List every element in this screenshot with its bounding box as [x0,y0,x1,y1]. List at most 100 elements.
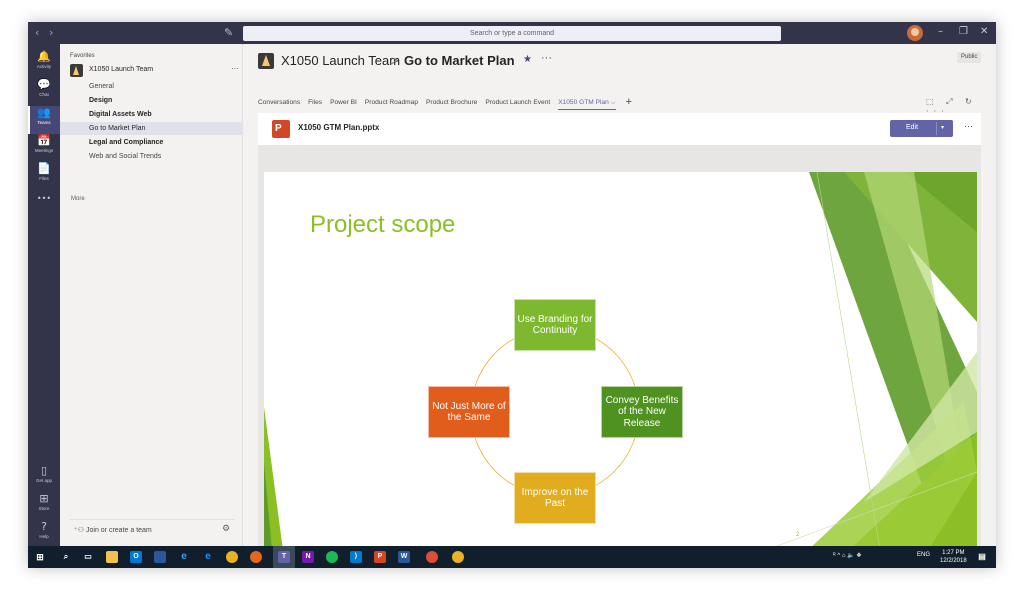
team-name: X1050 Launch Team [89,66,154,73]
breadcrumb-team[interactable]: X1050 Launch Team [281,53,400,68]
file-name: X1050 GTM Plan.pptx [298,123,380,132]
bell-icon: 🔔 [37,50,51,63]
rail-label: Files [39,176,49,181]
channel-general[interactable]: General [60,80,243,93]
rail-label: Help [39,534,49,539]
more-icon: ••• [36,194,52,203]
public-badge: Public [957,52,982,63]
tab-product-brochure[interactable]: Product Brochure [426,97,477,109]
edge-icon[interactable]: e [178,551,190,563]
rail-more[interactable]: ••• [28,192,60,220]
rail-label: Store [38,506,50,511]
edit-button[interactable]: Edit ▾ [890,120,953,137]
add-team-icon: ⁺⚇ [74,527,84,534]
chrome-icon-2[interactable] [426,551,438,563]
close-icon[interactable]: ✕ [980,26,988,37]
add-tab-icon[interactable]: + [626,97,632,108]
tab-files[interactable]: Files [308,97,322,109]
language-indicator[interactable]: ENG [917,552,930,558]
compose-icon[interactable]: ✎ [224,26,233,39]
phone-icon: ▯ [40,464,48,477]
maximize-icon[interactable]: ❐ [959,26,968,37]
chrome-icon[interactable] [226,551,238,563]
file-explorer-icon[interactable] [106,551,118,563]
minimize-icon[interactable]: – [938,26,943,37]
team-more-icon[interactable]: ··· [231,64,239,73]
channel-more-icon[interactable]: ··· [541,52,552,64]
slide: Project scope Use Branding for Continuit… [264,172,977,568]
rail-teams[interactable]: 👥 Teams [28,106,60,134]
help-icon: ? [41,520,47,533]
main-panel: X1050 Launch Team > Go to Market Plan ★ … [243,44,996,568]
chat-icon: 💬 [37,78,51,91]
task-view-icon[interactable]: ▭ [82,551,94,563]
chrome-icon-3[interactable] [452,551,464,563]
file-header: P X1050 GTM Plan.pptx Edit ▾ ··· [258,113,981,145]
tab-bar: Conversations Files Power BI Product Roadma… [258,97,938,111]
channel-list: Favorites X1050 Launch Team ··· General … [60,44,243,546]
divider [936,122,937,135]
avatar[interactable] [907,25,923,41]
channel-web-and-social-trends[interactable]: Web and Social Trends [60,150,243,163]
channel-go-to-market-plan[interactable]: Go to Market Plan [60,122,243,135]
join-team-label[interactable]: Join or create a team [86,527,152,534]
team-logo-icon [70,64,83,77]
back-icon[interactable]: ‹ [35,26,39,39]
favorites-label: Favorites [70,53,95,59]
outlook-icon[interactable]: O [130,551,142,563]
calendar-icon: 📅 [37,134,51,147]
word-icon[interactable]: W [398,551,410,563]
rail-label: Chat [39,92,49,97]
channel-digital-assets-web[interactable]: Digital Assets Web [60,108,243,121]
star-icon[interactable]: ★ [523,54,532,65]
tab-product-launch-event[interactable]: Product Launch Event [485,97,550,109]
edit-label: Edit [906,124,919,131]
rail-store[interactable]: ⊞ Store [28,492,60,520]
ie-icon[interactable]: e [202,551,214,563]
rail-label: Activity [36,64,52,69]
rail-meetings[interactable]: 📅 Meetings [28,134,60,162]
rail-label: Meetings [34,148,54,153]
teams-icon: 👥 [37,106,51,119]
breadcrumb: X1050 Launch Team > Go to Market Plan ★ … [258,52,758,70]
rail-get-app[interactable]: ▯ Get app [28,464,60,492]
app-rail: 🔔 Activity 💬 Chat 👥 Teams 📅 Meetings 📄 F… [28,44,60,546]
search-icon[interactable]: ⌕ [60,551,72,563]
more-link[interactable]: More [71,196,85,202]
notifications-icon[interactable]: ▤ [976,551,988,563]
clock[interactable]: 1:27 PM 12/2/2018 [940,549,967,565]
search-input[interactable]: Search or type a command [243,26,781,41]
channel-legal-and-compliance[interactable]: Legal and Compliance [60,136,243,149]
gear-icon[interactable]: ⚙ [222,524,230,534]
chevron-right-icon: > [391,53,399,68]
store-icon: ⊞ [39,492,49,505]
page-title: Go to Market Plan [404,53,515,68]
tab-x1050-gtm-plan[interactable]: X1050 GTM Plan ⌵ [558,97,616,110]
rail-help[interactable]: ? Help [28,520,60,548]
chevron-down-icon[interactable]: ▾ [941,124,944,131]
tab-power-bi[interactable]: Power BI [330,97,357,109]
teams-window: ‹ › ✎ Search or type a command – ❐ ✕ 🔔 A… [28,22,996,568]
firefox-icon[interactable] [250,551,262,563]
tab-product-roadmap[interactable]: Product Roadmap [365,97,418,109]
taskbar: ⊞ ⌕ ▭ O e e T N ⟩ P W ᴿ ^ ⌂ 🔈 ❖ ENG 1:27… [28,546,996,568]
spotify-icon[interactable] [326,551,338,563]
slide-title: Project scope [310,211,456,238]
photos-icon[interactable] [154,551,166,563]
rail-activity[interactable]: 🔔 Activity [28,50,60,78]
rail-files[interactable]: 📄 Files [28,162,60,190]
start-icon[interactable]: ⊞ [34,551,46,563]
team-row[interactable]: X1050 Launch Team ··· [70,64,239,78]
forward-icon[interactable]: › [49,26,53,39]
system-tray-icons[interactable]: ᴿ ^ ⌂ 🔈 ❖ [833,552,862,559]
rail-chat[interactable]: 💬 Chat [28,78,60,106]
vscode-icon[interactable]: ⟩ [350,551,362,563]
teams-icon[interactable]: T [278,551,290,563]
join-team-bar[interactable]: ⁺⚇ Join or create a team ⚙ [70,519,235,537]
file-more-icon[interactable]: ··· [964,121,973,131]
title-bar: ‹ › ✎ Search or type a command – ❐ ✕ [28,22,996,44]
powerpoint-icon[interactable]: P [374,551,386,563]
onenote-icon[interactable]: N [302,551,314,563]
channel-design[interactable]: Design [60,94,243,107]
tab-conversations[interactable]: Conversations [258,97,300,109]
